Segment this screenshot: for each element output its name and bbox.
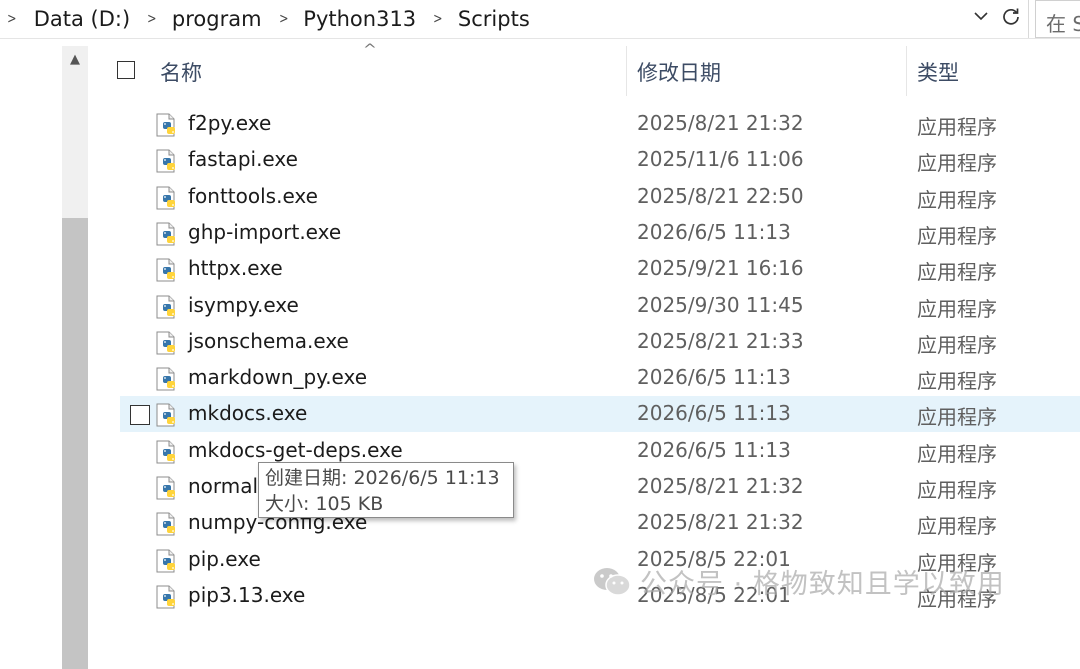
file-row[interactable]: fastapi.exe 2025/11/6 11:06 应用程序 (120, 142, 1080, 178)
file-name[interactable]: jsonschema.exe (188, 329, 349, 353)
python-executable-icon (154, 402, 180, 428)
watermark: 公众号 · 格物致知且学以致用 (592, 562, 1005, 601)
file-date-modified: 2026/6/5 11:13 (637, 401, 791, 426)
python-executable-icon (154, 257, 180, 283)
file-date-modified: 2025/11/6 11:06 (637, 147, 804, 172)
row-checkbox[interactable] (130, 405, 150, 426)
wechat-icon (594, 567, 631, 596)
chevron-right-icon[interactable]: > (7, 11, 16, 27)
breadcrumb-item-drive[interactable]: Data (D:) (34, 7, 130, 31)
column-header-date-modified[interactable]: 修改日期 (637, 57, 721, 87)
file-name[interactable]: pip.exe (188, 547, 261, 571)
python-executable-icon (154, 148, 180, 174)
column-header-type[interactable]: 类型 (917, 57, 959, 87)
address-bar: > Data (D:) > program > Python313 > Scri… (0, 0, 1080, 38)
file-name[interactable]: fastapi.exe (188, 147, 298, 171)
tooltip-size: 大小: 105 KB (265, 493, 384, 515)
file-type: 应用程序 (917, 151, 997, 176)
chevron-down-icon[interactable] (968, 6, 994, 32)
file-info-tooltip: 创建日期: 2026/6/5 11:13 大小: 105 KB (258, 462, 514, 518)
python-executable-icon (154, 366, 180, 392)
search-placeholder: 在 S (1046, 12, 1080, 36)
divider (1028, 0, 1029, 38)
file-name[interactable]: isympy.exe (188, 293, 299, 317)
file-row[interactable]: ghp-import.exe 2026/6/5 11:13 应用程序 (120, 215, 1080, 251)
file-name[interactable]: f2py.exe (188, 111, 271, 135)
select-all-checkbox[interactable] (117, 61, 135, 79)
watermark-text: 公众号 · 格物致知且学以致用 (640, 569, 1005, 600)
column-divider[interactable] (906, 46, 907, 96)
file-name[interactable]: markdown_py.exe (188, 365, 367, 389)
file-name[interactable]: ghp-import.exe (188, 220, 341, 244)
file-date-modified: 2026/6/5 11:13 (637, 219, 791, 244)
scrollbar-thumb[interactable] (62, 218, 88, 669)
file-date-modified: 2025/8/21 21:32 (637, 474, 804, 498)
file-row[interactable]: mkdocs.exe 2026/6/5 11:13 应用程序 (120, 396, 1080, 433)
search-input[interactable]: 在 S (1035, 0, 1080, 38)
python-executable-icon (154, 294, 180, 320)
file-date-modified: 2026/6/5 11:13 (637, 365, 791, 390)
file-type: 应用程序 (917, 223, 997, 248)
file-date-modified: 2025/8/21 22:50 (637, 183, 804, 208)
file-date-modified: 2025/8/21 21:33 (637, 328, 804, 353)
file-row[interactable]: jsonschema.exe 2025/8/21 21:33 应用程序 (120, 324, 1080, 360)
file-type: 应用程序 (917, 478, 997, 502)
file-date-modified: 2025/8/21 21:32 (637, 510, 804, 535)
file-date-modified: 2025/9/21 16:16 (637, 256, 804, 281)
file-type: 应用程序 (917, 441, 997, 466)
sort-ascending-icon: ^ (362, 42, 377, 58)
python-executable-icon (154, 185, 180, 211)
file-name[interactable]: pip3.13.exe (188, 583, 305, 607)
file-type: 应用程序 (917, 514, 997, 539)
python-executable-icon (154, 511, 180, 537)
file-row[interactable]: httpx.exe 2025/9/21 16:16 应用程序 (120, 251, 1080, 287)
file-date-modified: 2026/6/5 11:13 (637, 437, 791, 462)
file-date-modified: 2025/8/21 21:32 (637, 111, 804, 135)
python-executable-icon (154, 548, 180, 574)
file-name[interactable]: normal (188, 474, 258, 498)
python-executable-icon (154, 475, 180, 501)
file-type: 应用程序 (917, 296, 997, 321)
file-row[interactable]: f2py.exe 2025/8/21 21:32 应用程序 (120, 106, 1080, 142)
divider (0, 38, 1080, 39)
nav-pane-scrollbar[interactable]: ▲ (62, 46, 88, 669)
file-type: 应用程序 (917, 187, 997, 212)
file-name[interactable]: httpx.exe (188, 256, 283, 280)
chevron-right-icon[interactable]: > (147, 11, 156, 27)
chevron-right-icon[interactable]: > (433, 11, 442, 27)
file-name[interactable]: mkdocs.exe (188, 401, 307, 425)
file-type: 应用程序 (917, 260, 997, 285)
chevron-right-icon[interactable]: > (279, 11, 288, 27)
file-type: 应用程序 (917, 369, 997, 394)
python-executable-icon (154, 584, 180, 610)
python-executable-icon (154, 439, 180, 465)
file-type: 应用程序 (917, 405, 997, 430)
file-row[interactable]: markdown_py.exe 2026/6/5 11:13 应用程序 (120, 360, 1080, 396)
python-executable-icon (154, 221, 180, 247)
refresh-icon[interactable] (998, 6, 1024, 32)
breadcrumb-item-scripts[interactable]: Scripts (458, 7, 530, 31)
file-type: 应用程序 (917, 332, 997, 357)
column-header-name[interactable]: 名称 (160, 57, 202, 87)
file-row[interactable]: isympy.exe 2025/9/30 11:45 应用程序 (120, 288, 1080, 324)
tooltip-created-date: 创建日期: 2026/6/5 11:13 (265, 467, 500, 489)
file-name[interactable]: fonttools.exe (188, 184, 318, 208)
file-date-modified: 2025/9/30 11:45 (637, 292, 804, 317)
column-divider[interactable] (626, 46, 627, 96)
breadcrumb: > Data (D:) > program > Python313 > Scri… (6, 0, 544, 38)
file-type: 应用程序 (917, 115, 997, 139)
python-executable-icon (154, 330, 180, 356)
breadcrumb-item-program[interactable]: program (172, 7, 262, 31)
python-executable-icon (154, 112, 180, 138)
file-row[interactable]: fonttools.exe 2025/8/21 22:50 应用程序 (120, 179, 1080, 215)
column-header: ^ 名称 修改日期 类型 (0, 42, 1080, 96)
file-name[interactable]: mkdocs-get-deps.exe (188, 438, 403, 462)
breadcrumb-item-python313[interactable]: Python313 (303, 7, 416, 31)
